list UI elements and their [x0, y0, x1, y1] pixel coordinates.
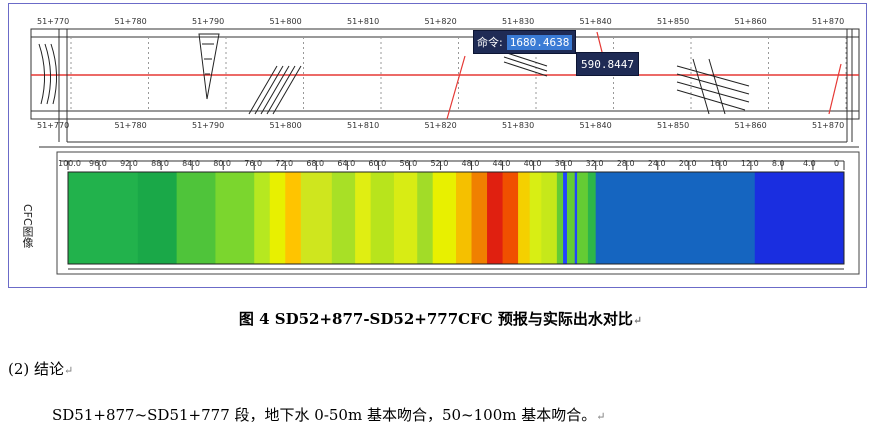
geology-drawing	[30, 28, 860, 275]
cfc-band	[574, 172, 578, 264]
scale-tick-label: 28.0	[616, 159, 635, 168]
cfc-band	[331, 172, 356, 264]
scale-tick-label: 48.0	[461, 159, 480, 168]
scale-tick-label: 20.0	[678, 159, 697, 168]
value-tooltip: 590.8447	[576, 52, 639, 76]
scale-tick-label: 64.0	[337, 159, 356, 168]
command-label: 命令:	[477, 36, 503, 49]
caption-text: 图 4 SD52+877-SD52+777CFC 预报与实际出水对比	[238, 310, 633, 328]
conclusion-body-text: SD51+877~SD51+777 段，地下水 0-50m 基本吻合，50~10…	[52, 406, 597, 424]
scale-tick-label: 96.0	[89, 159, 107, 168]
cfc-band	[541, 172, 558, 264]
bottom-ruler-tick-label: 51+870	[812, 121, 845, 130]
scale-tick-label: 68.0	[306, 159, 325, 168]
scale-tick-label: 4.0	[802, 159, 816, 168]
cfc-band	[556, 172, 589, 264]
scale-tick-label: 84.0	[182, 159, 200, 168]
top-ruler-tick-label: 51+840	[579, 17, 612, 26]
cfc-band	[432, 172, 457, 264]
bottom-ruler-tick-label: 51+770	[37, 121, 70, 130]
cfc-band	[355, 172, 372, 264]
cfc-band	[456, 172, 473, 264]
cfc-band	[487, 172, 504, 264]
bottom-ruler-tick-label: 51+810	[347, 121, 380, 130]
top-ruler-tick-label: 51+800	[269, 17, 302, 26]
cfc-band	[370, 172, 395, 264]
cfc-band	[68, 172, 139, 264]
top-ruler-tick-label: 51+790	[192, 17, 225, 26]
scale-tick-label: 60.0	[368, 159, 387, 168]
cfc-band	[285, 172, 302, 264]
bottom-ruler-tick-label: 51+780	[114, 121, 147, 130]
cfc-band	[417, 172, 434, 264]
top-ruler-tick-label: 51+830	[502, 17, 535, 26]
top-ruler-tick-label: 51+820	[424, 17, 457, 26]
scale-tick-label: 24.0	[647, 159, 666, 168]
paragraph-mark: ↵	[632, 314, 643, 327]
scale-tick-label: 32.0	[585, 159, 604, 168]
cfc-band	[529, 172, 542, 264]
conclusion-heading: (2) 结论↵	[8, 358, 73, 379]
cfc-band	[215, 172, 255, 264]
cfc-color-bands	[68, 172, 845, 264]
bottom-ruler-tick-label: 51+790	[192, 121, 225, 130]
cfc-band	[300, 172, 333, 264]
scale-tick-label: 8.0	[771, 159, 785, 168]
scale-tick-label: 88.0	[151, 159, 169, 168]
top-ruler-tick-label: 51+850	[657, 17, 690, 26]
cfc-band	[471, 172, 488, 264]
conclusion-body: SD51+877~SD51+777 段，地下水 0-50m 基本吻合，50~10…	[52, 404, 605, 425]
cfc-band	[137, 172, 178, 264]
cfc-band	[587, 172, 597, 264]
scale-tick-label: 0	[834, 159, 840, 168]
top-ruler-tick-label: 51+860	[734, 17, 767, 26]
scale-tick-label: 72.0	[275, 159, 294, 168]
cfc-band	[176, 172, 216, 264]
scale-tick-label: 80.0	[213, 159, 231, 168]
scale-tick-label: 44.0	[492, 159, 511, 168]
cfc-band	[393, 172, 418, 264]
paragraph-mark: ↵	[64, 364, 74, 377]
bottom-ruler-tick-label: 51+860	[734, 121, 767, 130]
bottom-ruler-tick-label: 51+850	[657, 121, 690, 130]
scale-tick-label: 76.0	[244, 159, 263, 168]
figure-frame: 51+770 51+780 51+790 51+800 51+810 51+820 51+8…	[8, 3, 867, 288]
scale-tick-label: 36.0	[554, 159, 573, 168]
scale-tick-label: 16.0	[709, 159, 728, 168]
bottom-ruler-tick-label: 51+840	[579, 121, 612, 130]
scale-tick-label: 40.0	[523, 159, 542, 168]
conclusion-heading-text: (2) 结论	[8, 360, 65, 378]
scale-tick-label: 100.0	[58, 159, 81, 168]
top-ruler-tick-label: 51+810	[347, 17, 380, 26]
top-ruler-tick-label: 51+770	[37, 17, 70, 26]
bottom-ruler-tick-label: 51+820	[424, 121, 457, 130]
cfc-image-label: CFC图像	[21, 204, 34, 248]
cfc-band	[254, 172, 271, 264]
command-value: 1680.4638	[506, 34, 573, 50]
scale-tick-label: 92.0	[120, 159, 138, 168]
cfc-band	[502, 172, 519, 264]
cfc-band	[269, 172, 286, 264]
figure-caption: 图 4 SD52+877-SD52+777CFC 预报与实际出水对比↵	[0, 308, 881, 329]
paragraph-mark: ↵	[596, 410, 606, 423]
cfc-band	[518, 172, 531, 264]
bottom-ruler-tick-label: 51+800	[269, 121, 302, 130]
scale-tick-label: 52.0	[430, 159, 449, 168]
top-ruler-tick-label: 51+780	[114, 17, 147, 26]
cfc-band	[563, 172, 567, 264]
cfc-band	[754, 172, 844, 264]
scale-tick-label: 12.0	[740, 159, 759, 168]
command-tooltip: 命令: 1680.4638	[473, 30, 577, 54]
bottom-ruler-tick-label: 51+830	[502, 121, 535, 130]
scale-tick-label: 56.0	[399, 159, 418, 168]
top-ruler-tick-label: 51+870	[812, 17, 845, 26]
